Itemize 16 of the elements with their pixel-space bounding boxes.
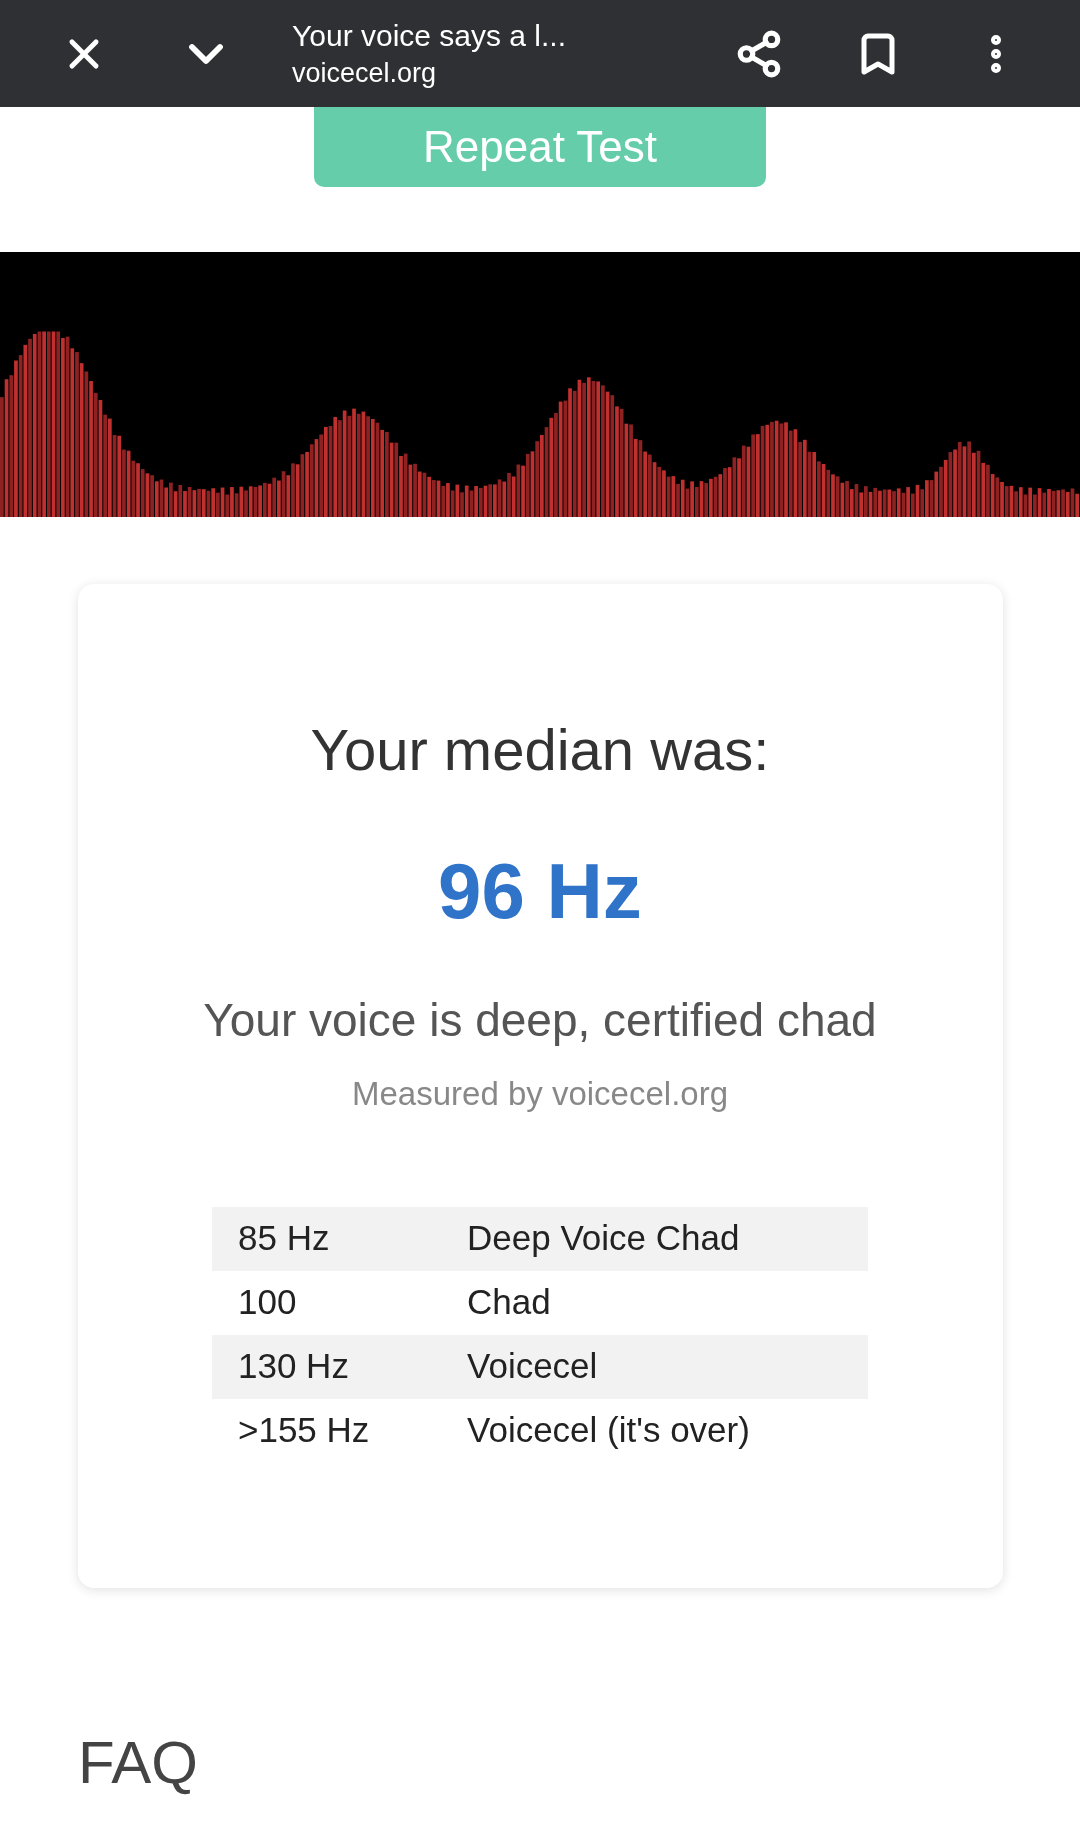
label-cell-text: Voicecel: [467, 1345, 598, 1388]
median-value: 96 Hz: [438, 846, 642, 937]
label-cell-text: Chad: [467, 1281, 551, 1324]
page-title: Your voice says a l...: [292, 17, 568, 54]
frequency-cell-text: 100: [238, 1281, 298, 1324]
label-cell-text: Deep Voice Chad: [467, 1217, 740, 1260]
frequency-cell-text: 130 Hz: [238, 1345, 350, 1388]
faq-heading: FAQ: [78, 1728, 200, 1798]
frequency-cell-text: >155 Hz: [238, 1409, 371, 1452]
result-heading: Your median was:: [310, 716, 770, 784]
frequency-cell-text: 85 Hz: [238, 1217, 331, 1260]
page-url: voicecel.org: [292, 56, 438, 90]
verdict-text: Your voice is deep, certified chad: [203, 993, 877, 1048]
credit-text: Measured by voicecel.org: [352, 1074, 728, 1114]
label-cell-text: Voicecel (it's over): [467, 1409, 750, 1452]
repeat-test-button[interactable]: Repeat Test: [314, 107, 766, 187]
